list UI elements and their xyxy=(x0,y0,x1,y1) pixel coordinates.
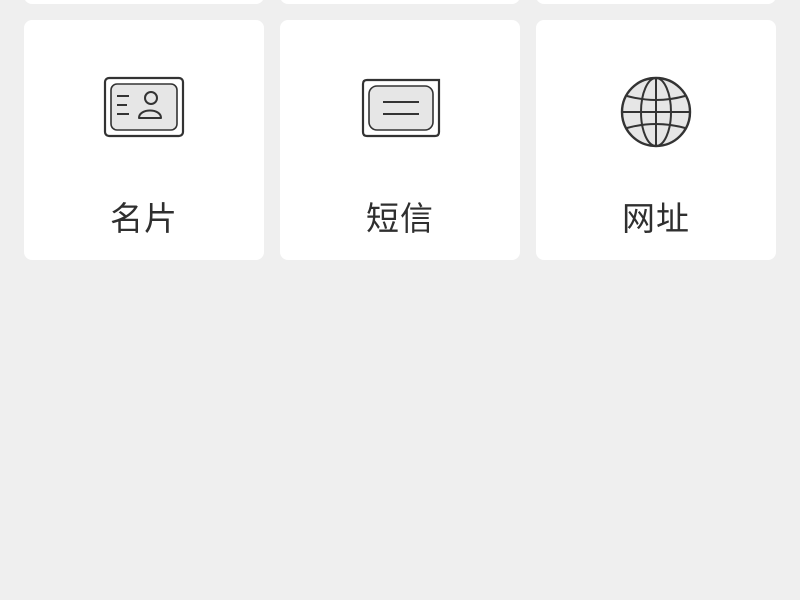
grid-item-label: 网址 xyxy=(622,199,690,238)
globe-icon xyxy=(611,72,701,152)
message-icon xyxy=(355,72,445,152)
grid-card-partial[interactable] xyxy=(24,0,264,4)
business-card-icon xyxy=(99,72,189,152)
grid-item-message[interactable]: 短信 xyxy=(280,20,520,260)
grid-card-partial[interactable] xyxy=(280,0,520,4)
grid-item-label: 名片 xyxy=(110,199,178,238)
grid-card-partial[interactable] xyxy=(536,0,776,4)
grid-item-url[interactable]: 网址 xyxy=(536,20,776,260)
qr-type-grid: 名片 短信 网址 xyxy=(0,0,800,600)
grid-item-business-card[interactable]: 名片 xyxy=(24,20,264,260)
grid-item-label: 短信 xyxy=(366,199,434,238)
